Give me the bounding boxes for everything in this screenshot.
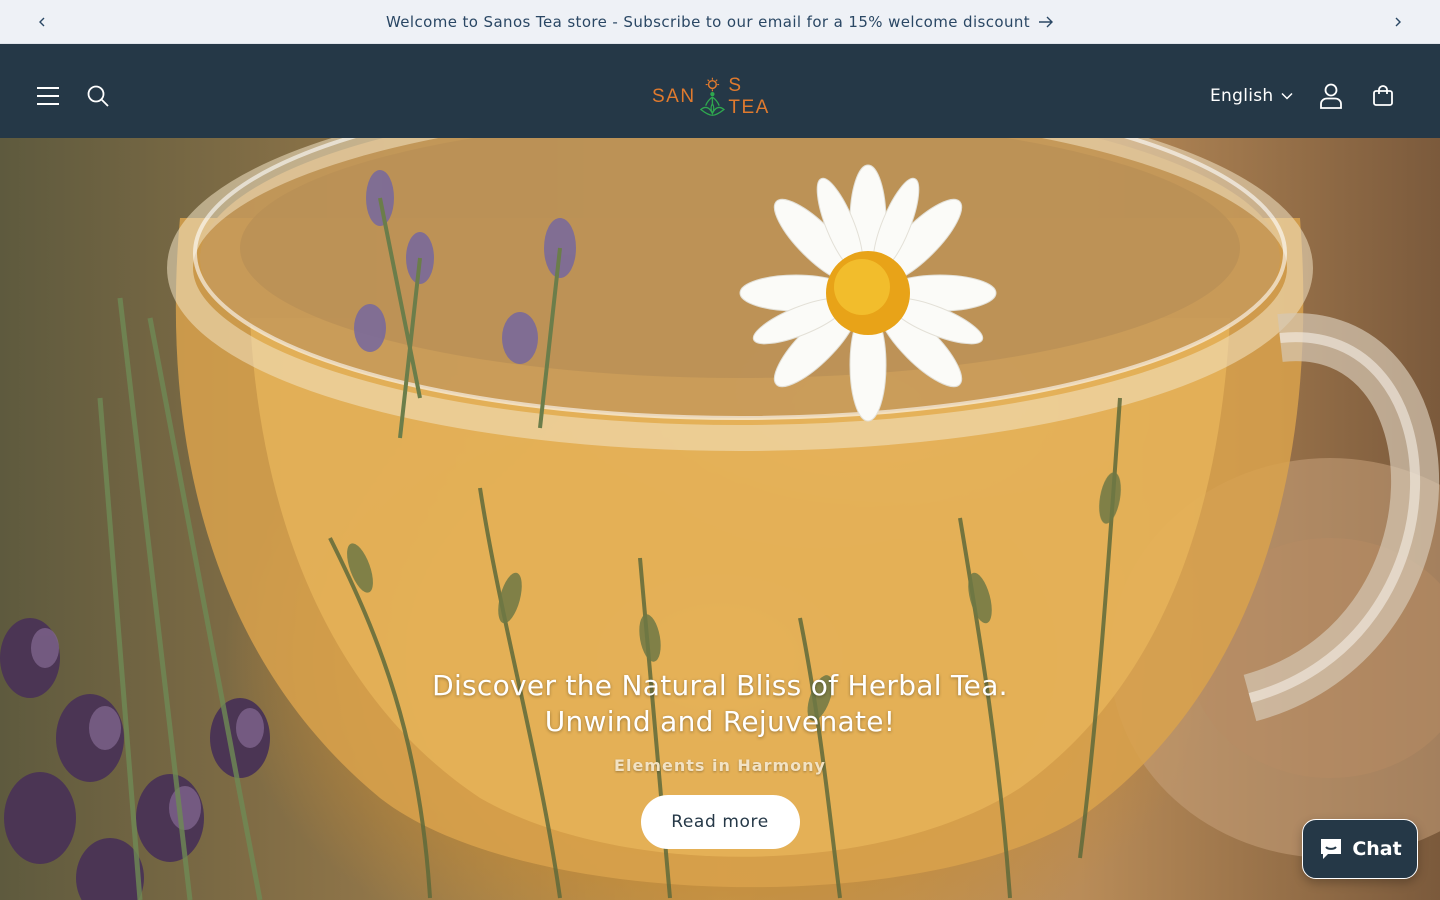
menu-button[interactable] bbox=[26, 74, 70, 118]
announcement-prev-button[interactable] bbox=[28, 8, 56, 36]
chevron-right-icon bbox=[1395, 17, 1401, 27]
lotus-meditation-icon bbox=[699, 77, 725, 116]
announcement-link[interactable]: Welcome to Sanos Tea store - Subscribe t… bbox=[386, 13, 1054, 31]
chat-button[interactable]: Chat bbox=[1302, 819, 1418, 879]
shopping-bag-icon bbox=[1373, 85, 1393, 106]
read-more-button[interactable]: Read more bbox=[640, 795, 800, 849]
logo-text-left: SAN bbox=[652, 86, 696, 107]
chevron-left-icon bbox=[39, 17, 45, 27]
cart-button[interactable] bbox=[1361, 74, 1405, 118]
hero-content: Discover the Natural Bliss of Herbal Tea… bbox=[320, 668, 1120, 849]
chat-bubble-icon bbox=[1321, 839, 1342, 859]
search-button[interactable] bbox=[76, 74, 120, 118]
search-icon bbox=[87, 85, 109, 107]
account-button[interactable] bbox=[1309, 74, 1353, 118]
chat-label: Chat bbox=[1352, 838, 1402, 860]
store-logo[interactable]: SAN S TEA bbox=[652, 74, 788, 120]
user-icon bbox=[1320, 83, 1342, 109]
hamburger-icon bbox=[37, 87, 59, 105]
language-label: English bbox=[1210, 86, 1274, 106]
hero-title: Discover the Natural Bliss of Herbal Tea… bbox=[432, 669, 1008, 738]
hero-banner: Discover the Natural Bliss of Herbal Tea… bbox=[0, 138, 1440, 900]
announcement-next-button[interactable] bbox=[1384, 8, 1412, 36]
logo-text-right: S TEA bbox=[728, 75, 770, 118]
arrow-right-icon bbox=[1039, 16, 1054, 27]
hero-subtitle: Elements in Harmony bbox=[614, 756, 826, 775]
site-header: SAN S TEA English bbox=[0, 44, 1440, 138]
chevron-down-icon bbox=[1281, 92, 1294, 100]
announcement-bar: Welcome to Sanos Tea store - Subscribe t… bbox=[0, 0, 1440, 44]
language-selector[interactable]: English bbox=[1210, 78, 1294, 114]
announcement-text: Welcome to Sanos Tea store - Subscribe t… bbox=[385, 12, 1031, 31]
